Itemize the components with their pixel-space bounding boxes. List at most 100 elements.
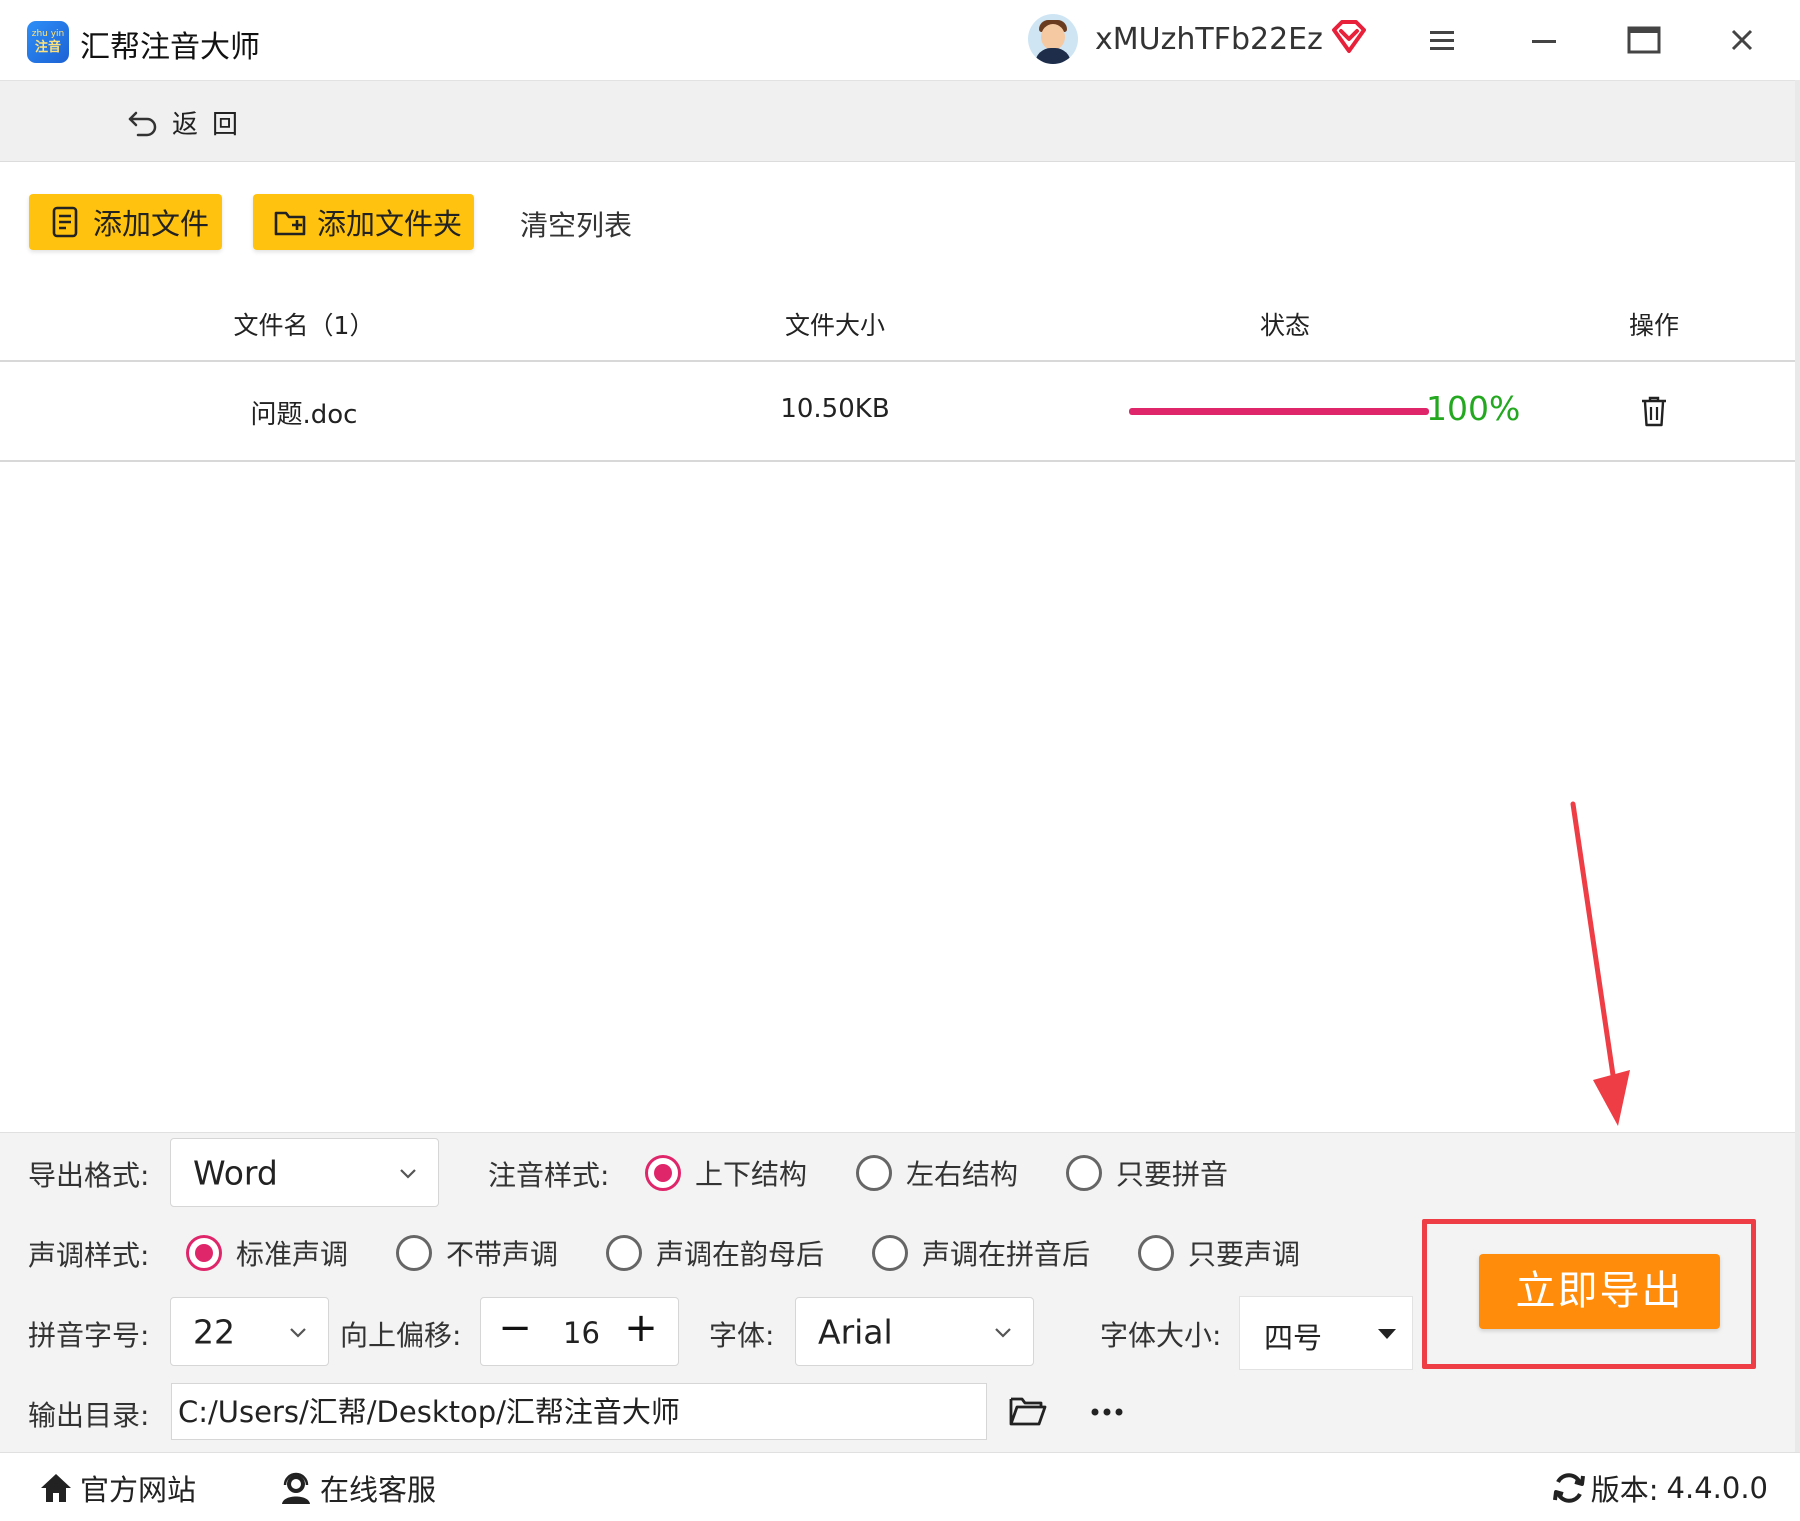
- logo-text-main: 注音: [34, 40, 61, 55]
- trash-icon[interactable]: [1638, 394, 1670, 428]
- annotation-arrow: [1570, 801, 1630, 1126]
- support-agent-icon: [282, 1472, 310, 1504]
- export-format-value: Word: [193, 1153, 278, 1192]
- tone-style-label: 声调样式:: [28, 1239, 150, 1272]
- radio-label: 不带声调: [446, 1238, 559, 1271]
- minimize-icon[interactable]: [1524, 20, 1564, 60]
- radio-tone-only[interactable]: 只要声调: [1138, 1233, 1300, 1273]
- output-dir-input[interactable]: C:/Users/汇帮/Desktop/汇帮注音大师: [171, 1383, 987, 1440]
- folder-open-icon[interactable]: [1008, 1393, 1048, 1429]
- add-file-label: 添加文件: [93, 207, 210, 241]
- radio-annotation-pinyin-only[interactable]: 只要拼音: [1066, 1153, 1228, 1193]
- radio-annotation-top-bottom[interactable]: 上下结构: [645, 1153, 807, 1193]
- progress-percent: 100%: [1426, 389, 1521, 428]
- column-header-filename: 文件名（1）: [233, 311, 375, 340]
- pinyin-size-select[interactable]: 22: [170, 1297, 329, 1366]
- file-size-cell: 10.50KB: [780, 394, 890, 424]
- chevron-down-icon: [290, 1327, 306, 1338]
- app-logo-icon: zhu yin 注音: [27, 21, 69, 63]
- column-header-status: 状态: [1259, 311, 1311, 340]
- export-format-label: 导出格式:: [28, 1159, 150, 1192]
- version-label: 版本:: [1590, 1473, 1659, 1507]
- radio-tone-none[interactable]: 不带声调: [396, 1233, 558, 1273]
- home-icon: [41, 1474, 71, 1502]
- online-support-link[interactable]: 在线客服: [278, 1467, 436, 1509]
- offset-increment-button[interactable]: +: [621, 1308, 661, 1352]
- title-bar: zhu yin 注音 汇帮注音大师 xMUzhTFb22Ez: [0, 0, 1800, 80]
- official-website-link[interactable]: 官方网站: [38, 1467, 196, 1509]
- app-title: 汇帮注音大师: [80, 30, 260, 65]
- official-website-label: 官方网站: [80, 1473, 197, 1507]
- username[interactable]: xMUzhTFb22Ez: [1095, 22, 1323, 57]
- export-format-select[interactable]: Word: [170, 1138, 439, 1207]
- user-avatar[interactable]: [1028, 14, 1078, 64]
- avatar-face: [1041, 24, 1065, 50]
- pinyin-size-value: 22: [193, 1312, 235, 1351]
- radio-tone-after-final[interactable]: 声调在韵母后: [606, 1233, 824, 1273]
- offset-stepper: − 16 +: [480, 1297, 679, 1366]
- version-value: 4.4.0.0: [1666, 1471, 1768, 1505]
- back-button[interactable]: 返回: [126, 105, 253, 140]
- file-table-header: 文件名（1） 文件大小 状态 操作: [0, 290, 1800, 362]
- progress-bar: [1129, 408, 1429, 415]
- radio-label: 声调在拼音后: [922, 1238, 1091, 1271]
- add-file-icon: [52, 206, 78, 238]
- radio-label: 左右结构: [906, 1158, 1019, 1191]
- avatar-body: [1035, 48, 1071, 64]
- maximize-icon[interactable]: [1624, 20, 1664, 60]
- version-info: 版本: 4.4.0.0: [1551, 1467, 1768, 1509]
- close-icon[interactable]: [1722, 20, 1762, 60]
- refresh-icon[interactable]: [1551, 1470, 1587, 1506]
- add-folder-label: 添加文件夹: [317, 207, 463, 241]
- radio-annotation-left-right[interactable]: 左右结构: [856, 1153, 1018, 1193]
- logo-text-top: zhu yin: [31, 29, 65, 39]
- export-now-button[interactable]: 立即导出: [1479, 1254, 1720, 1329]
- radio-label: 标准声调: [236, 1238, 349, 1271]
- radio-label: 只要拼音: [1116, 1158, 1229, 1191]
- back-arrow-icon: [128, 111, 157, 137]
- radio-dot: [1138, 1235, 1174, 1271]
- output-dir-label: 输出目录:: [28, 1399, 150, 1432]
- radio-dot: [186, 1235, 222, 1271]
- font-value: Arial: [818, 1312, 893, 1351]
- file-name-cell: 问题.doc: [250, 400, 358, 430]
- clear-list-button[interactable]: 清空列表: [520, 204, 632, 244]
- menu-icon[interactable]: [1422, 20, 1462, 60]
- radio-dot: [606, 1235, 642, 1271]
- app-window: zhu yin 注音 汇帮注音大师 xMUzhTFb22Ez 返回 添加文件 添…: [0, 0, 1800, 1521]
- vip-diamond-icon[interactable]: [1330, 20, 1368, 54]
- radio-dot: [645, 1155, 681, 1191]
- footer-bar: 官方网站 在线客服 版本: 4.4.0.0: [0, 1452, 1800, 1521]
- offset-decrement-button[interactable]: −: [495, 1308, 535, 1352]
- radio-dot: [856, 1155, 892, 1191]
- font-size-select[interactable]: 四号: [1239, 1296, 1413, 1370]
- chevron-down-icon: [995, 1327, 1011, 1338]
- font-select[interactable]: Arial: [795, 1297, 1034, 1366]
- radio-tone-after-pinyin[interactable]: 声调在拼音后: [872, 1233, 1090, 1273]
- column-header-action: 操作: [1628, 311, 1680, 340]
- add-folder-icon: [274, 211, 306, 236]
- pinyin-size-label: 拼音字号:: [28, 1319, 150, 1352]
- annotation-style-label: 注音样式:: [488, 1159, 610, 1192]
- right-edge-divider: [1795, 80, 1800, 1452]
- radio-dot: [1066, 1155, 1102, 1191]
- table-row[interactable]: 问题.doc 10.50KB 100%: [0, 362, 1800, 462]
- add-folder-button[interactable]: 添加文件夹: [253, 194, 474, 250]
- radio-tone-standard[interactable]: 标准声调: [186, 1233, 348, 1273]
- radio-dot: [396, 1235, 432, 1271]
- radio-label: 上下结构: [695, 1158, 808, 1191]
- more-icon[interactable]: [1089, 1397, 1125, 1427]
- font-label: 字体:: [709, 1319, 775, 1352]
- progress-fill: [1129, 408, 1429, 415]
- offset-value[interactable]: 16: [563, 1316, 600, 1350]
- back-bar: 返回: [0, 80, 1800, 162]
- back-label: 返回: [172, 109, 253, 140]
- font-size-value: 四号: [1264, 1321, 1323, 1355]
- font-size-label: 字体大小:: [1100, 1319, 1222, 1352]
- add-file-button[interactable]: 添加文件: [29, 194, 222, 250]
- column-header-size: 文件大小: [784, 311, 886, 340]
- offset-label: 向上偏移:: [340, 1319, 462, 1352]
- radio-dot: [872, 1235, 908, 1271]
- radio-label: 声调在韵母后: [656, 1238, 825, 1271]
- chevron-down-icon: [400, 1168, 416, 1179]
